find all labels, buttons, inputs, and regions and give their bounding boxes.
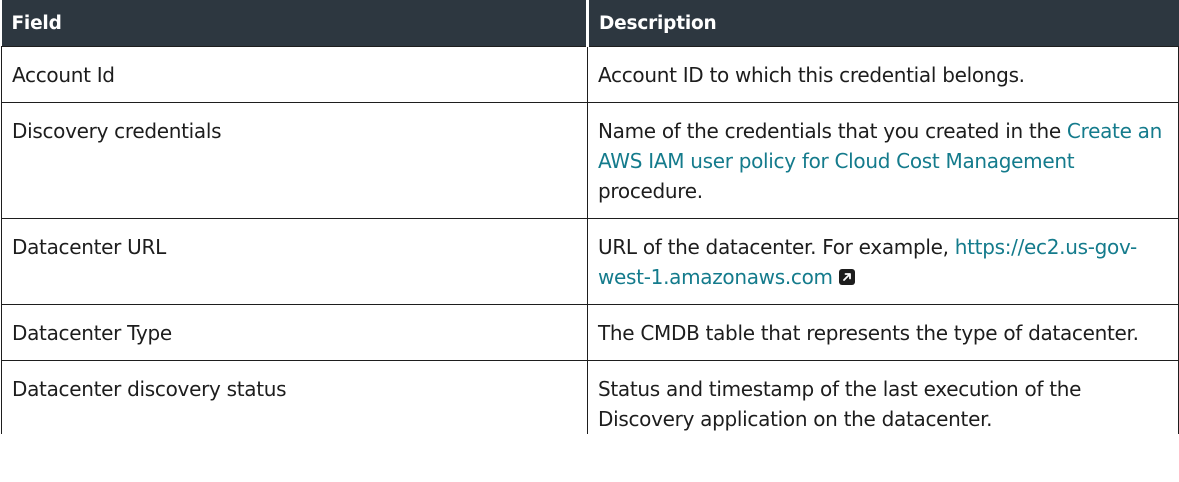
field-cell: Datacenter URL xyxy=(1,218,588,305)
table-row: Datacenter discovery status Status and t… xyxy=(1,360,1179,434)
external-link-icon xyxy=(838,269,855,285)
description-cell: Status and timestamp of the last executi… xyxy=(587,360,1179,434)
column-header-field: Field xyxy=(1,0,589,47)
description-text: procedure. xyxy=(598,179,703,203)
field-description-table: Field Description Account Id Account ID … xyxy=(1,0,1179,434)
table-header-row: Field Description xyxy=(1,0,1179,47)
description-text: URL of the datacenter. For example, xyxy=(598,235,955,259)
table-row: Datacenter URL URL of the datacenter. Fo… xyxy=(1,218,1179,305)
description-cell: URL of the datacenter. For example, http… xyxy=(587,218,1179,305)
column-header-description: Description xyxy=(587,0,1179,47)
table-header: Field Description xyxy=(1,0,1179,47)
table-row: Discovery credentials Name of the creden… xyxy=(1,102,1179,219)
field-cell: Discovery credentials xyxy=(1,102,588,219)
table-row: Account Id Account ID to which this cred… xyxy=(1,46,1179,103)
description-text: Name of the credentials that you created… xyxy=(598,119,1067,143)
description-cell: Name of the credentials that you created… xyxy=(587,102,1179,219)
field-cell: Account Id xyxy=(1,46,588,103)
field-cell: Datacenter discovery status xyxy=(1,360,588,434)
description-cell: The CMDB table that represents the type … xyxy=(587,304,1179,361)
table-row: Datacenter Type The CMDB table that repr… xyxy=(1,304,1179,361)
table-body: Account Id Account ID to which this cred… xyxy=(1,46,1179,434)
description-cell: Account ID to which this credential belo… xyxy=(587,46,1179,103)
field-cell: Datacenter Type xyxy=(1,304,588,361)
